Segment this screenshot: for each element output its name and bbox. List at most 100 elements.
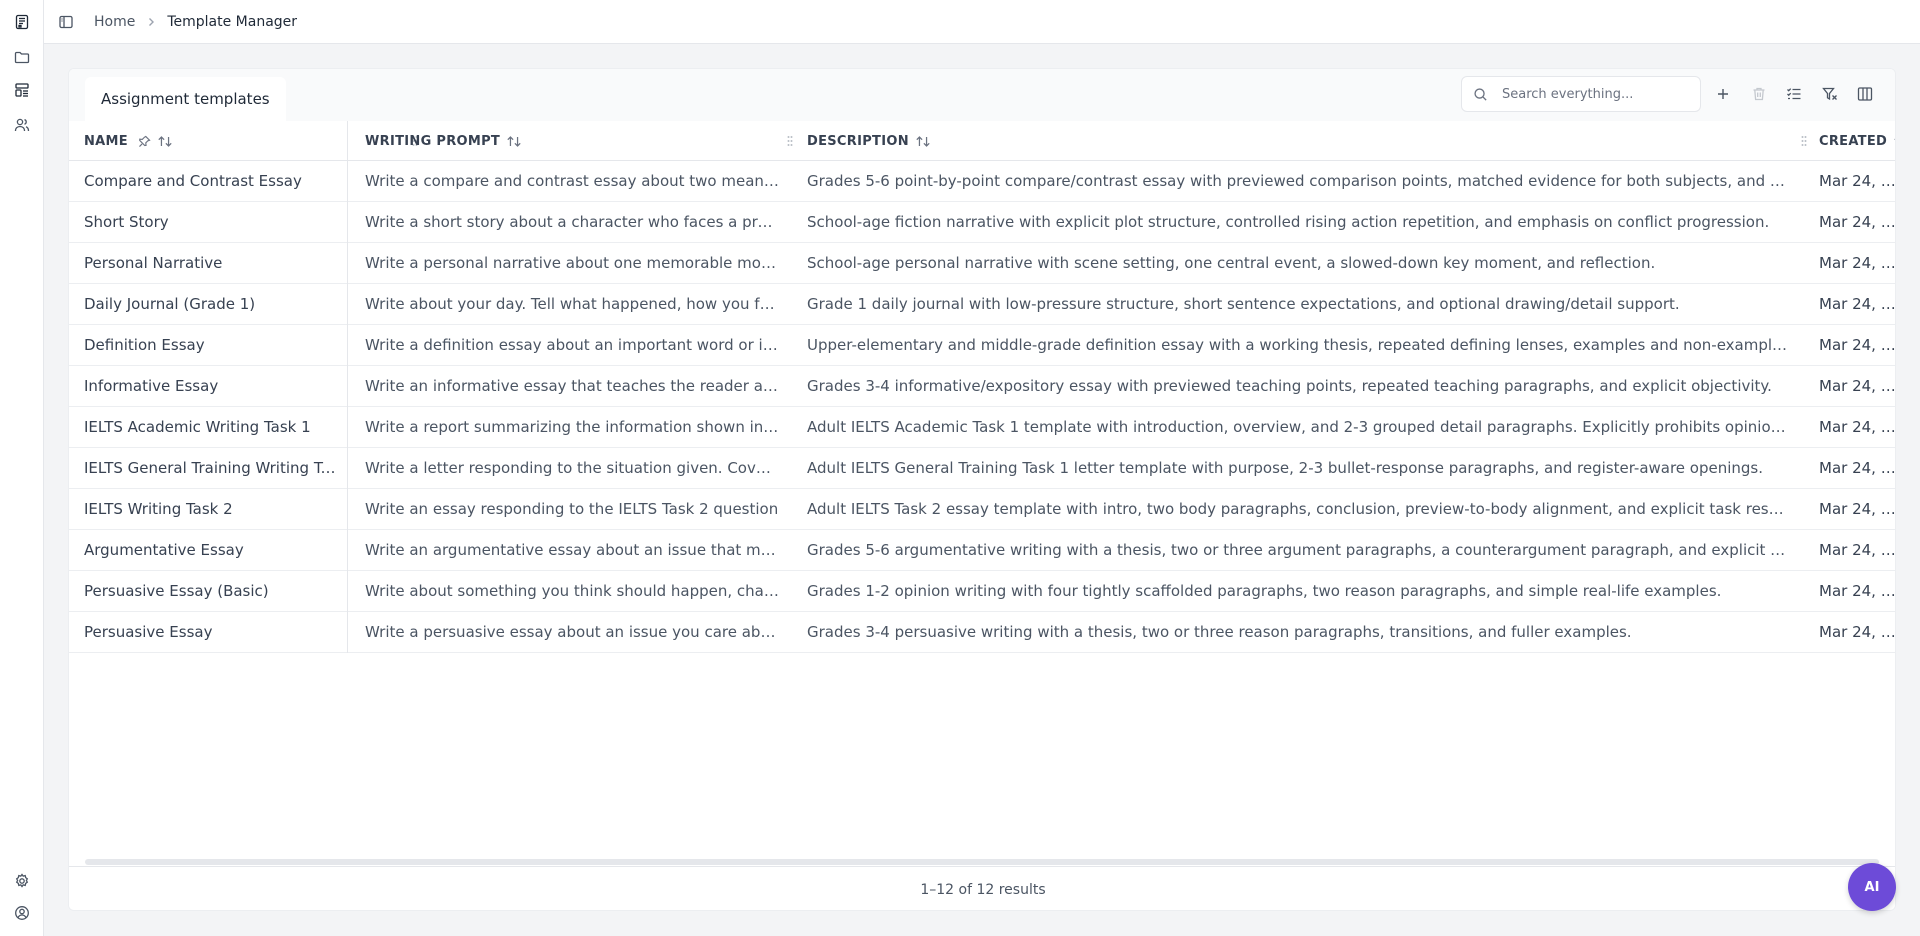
cell-created: Mar 24, 2026 bbox=[1819, 295, 1895, 313]
column-label-name: NAME bbox=[84, 133, 128, 149]
breadcrumb-home[interactable]: Home bbox=[94, 14, 135, 30]
cell-writing-prompt: Write an informative essay that teaches … bbox=[365, 377, 779, 395]
table-row[interactable]: Personal Narrative Write a personal narr… bbox=[69, 243, 1895, 284]
sort-icon[interactable] bbox=[157, 135, 173, 148]
horizontal-scrollbar[interactable] bbox=[85, 859, 1879, 865]
folder-icon[interactable] bbox=[8, 43, 36, 71]
cell-writing-prompt: Write a definition essay about an import… bbox=[365, 336, 779, 354]
cell-created: Mar 24, 2026 bbox=[1819, 213, 1895, 231]
template-icon[interactable] bbox=[8, 76, 36, 104]
table-footer: 1–12 of 12 results bbox=[69, 866, 1895, 910]
cell-name: Definition Essay bbox=[84, 336, 205, 354]
cell-writing-prompt: Write an argumentative essay about an is… bbox=[365, 541, 779, 559]
cell-created: Mar 24, 2026 bbox=[1819, 336, 1895, 354]
cell-description: School-age fiction narrative with explic… bbox=[807, 213, 1770, 231]
table-row[interactable]: Argumentative Essay Write an argumentati… bbox=[69, 530, 1895, 571]
cell-writing-prompt: Write a letter responding to the situati… bbox=[365, 459, 779, 477]
templates-panel: Assignment templates NAME bbox=[68, 68, 1896, 911]
table-row[interactable]: Persuasive Essay (Basic) Write about som… bbox=[69, 571, 1895, 612]
cell-writing-prompt: Write about your day. Tell what happened… bbox=[365, 295, 779, 313]
table-row[interactable]: IELTS General Training Writing Task 1 Wr… bbox=[69, 448, 1895, 489]
table-row[interactable]: Informative Essay Write an informative e… bbox=[69, 366, 1895, 407]
sort-icon[interactable] bbox=[915, 135, 931, 148]
cell-description: Grades 3-4 informative/expository essay … bbox=[807, 377, 1772, 395]
cell-created: Mar 24, 2026 bbox=[1819, 582, 1895, 600]
cell-created: Mar 24, 2026 bbox=[1819, 254, 1895, 272]
list-checks-icon[interactable] bbox=[1781, 81, 1807, 107]
columns-icon[interactable] bbox=[1852, 81, 1878, 107]
tab-assignment-templates[interactable]: Assignment templates bbox=[85, 77, 286, 121]
cell-writing-prompt: Write a persuasive essay about an issue … bbox=[365, 623, 779, 641]
templates-table: NAME WRITING PROMPT DESCRIPTION CREATED … bbox=[69, 121, 1895, 653]
column-header-writing-prompt[interactable]: WRITING PROMPT bbox=[365, 121, 522, 161]
users-icon[interactable] bbox=[8, 111, 36, 139]
cell-name: Persuasive Essay bbox=[84, 623, 213, 641]
cell-writing-prompt: Write a compare and contrast essay about… bbox=[365, 172, 779, 190]
pin-icon[interactable] bbox=[138, 135, 151, 148]
cell-created: Mar 24, 2026 bbox=[1819, 377, 1895, 395]
cell-description: Adult IELTS Academic Task 1 template wit… bbox=[807, 418, 1791, 436]
table-row[interactable]: Short Story Write a short story about a … bbox=[69, 202, 1895, 243]
cell-writing-prompt: Write a short story about a character wh… bbox=[365, 213, 779, 231]
cell-created: Mar 24, 2026 bbox=[1819, 500, 1895, 518]
settings-icon[interactable] bbox=[8, 867, 36, 895]
cell-name: IELTS General Training Writing Task 1 bbox=[84, 459, 344, 477]
cell-name: Informative Essay bbox=[84, 377, 219, 395]
cell-writing-prompt: Write a report summarizing the informati… bbox=[365, 418, 779, 436]
cell-name: IELTS Writing Task 2 bbox=[84, 500, 233, 518]
pinned-column-divider bbox=[347, 121, 348, 653]
search-icon bbox=[1462, 87, 1498, 102]
table-row[interactable]: IELTS Writing Task 2 Write an essay resp… bbox=[69, 489, 1895, 530]
cell-description: Grades 1-2 opinion writing with four tig… bbox=[807, 582, 1722, 600]
plus-icon[interactable] bbox=[1710, 81, 1736, 107]
user-circle-icon[interactable] bbox=[8, 899, 36, 927]
trash-icon[interactable] bbox=[1746, 81, 1772, 107]
table-row[interactable]: Compare and Contrast Essay Write a compa… bbox=[69, 161, 1895, 202]
sort-icon[interactable] bbox=[506, 135, 522, 148]
cell-description: Adult IELTS Task 2 essay template with i… bbox=[807, 500, 1791, 518]
cell-writing-prompt: Write about something you think should h… bbox=[365, 582, 779, 600]
column-label-description: DESCRIPTION bbox=[807, 133, 909, 149]
table-body: Compare and Contrast Essay Write a compa… bbox=[69, 161, 1895, 653]
column-resize-handle[interactable] bbox=[1800, 134, 1808, 148]
cell-created: Mar 24, 2026 bbox=[1819, 172, 1895, 190]
column-header-name[interactable]: NAME bbox=[84, 121, 173, 161]
search-input[interactable] bbox=[1502, 86, 1692, 102]
left-rail bbox=[0, 0, 44, 936]
column-label-created: CREATED bbox=[1819, 133, 1888, 149]
table-row[interactable]: Daily Journal (Grade 1) Write about your… bbox=[69, 284, 1895, 325]
sort-icon[interactable] bbox=[1893, 135, 1895, 148]
ai-assistant-button[interactable]: AI bbox=[1848, 863, 1896, 911]
cell-name: Short Story bbox=[84, 213, 169, 231]
cell-writing-prompt: Write an essay responding to the IELTS T… bbox=[365, 500, 779, 518]
cell-description: Adult IELTS General Training Task 1 lett… bbox=[807, 459, 1764, 477]
cell-description: Upper-elementary and middle-grade defini… bbox=[807, 336, 1791, 354]
table-row[interactable]: Persuasive Essay Write a persuasive essa… bbox=[69, 612, 1895, 653]
cell-description: Grade 1 daily journal with low-pressure … bbox=[807, 295, 1680, 313]
sidebar-toggle-icon[interactable] bbox=[52, 8, 80, 36]
breadcrumb: Home Template Manager bbox=[94, 14, 297, 30]
column-resize-handle[interactable] bbox=[786, 134, 794, 148]
cell-description: School-age personal narrative with scene… bbox=[807, 254, 1656, 272]
cell-writing-prompt: Write a personal narrative about one mem… bbox=[365, 254, 779, 272]
column-header-description[interactable]: DESCRIPTION bbox=[807, 121, 931, 161]
top-bar: Home Template Manager bbox=[44, 0, 1920, 44]
cell-created: Mar 24, 2026 bbox=[1819, 541, 1895, 559]
chevron-right-icon bbox=[145, 16, 157, 28]
cell-name: Personal Narrative bbox=[84, 254, 223, 272]
table-header: NAME WRITING PROMPT DESCRIPTION CREATED bbox=[69, 121, 1895, 161]
cell-description: Grades 3-4 persuasive writing with a the… bbox=[807, 623, 1632, 641]
column-header-created[interactable]: CREATED bbox=[1819, 121, 1895, 161]
cell-name: Argumentative Essay bbox=[84, 541, 244, 559]
cell-name: Daily Journal (Grade 1) bbox=[84, 295, 256, 313]
cell-description: Grades 5-6 argumentative writing with a … bbox=[807, 541, 1791, 559]
breadcrumb-current: Template Manager bbox=[167, 13, 298, 30]
cell-name: IELTS Academic Writing Task 1 bbox=[84, 418, 311, 436]
results-count: 1–12 of 12 results bbox=[920, 881, 1046, 898]
column-label-prompt: WRITING PROMPT bbox=[365, 133, 501, 149]
table-row[interactable]: Definition Essay Write a definition essa… bbox=[69, 325, 1895, 366]
filter-x-icon[interactable] bbox=[1817, 81, 1843, 107]
table-row[interactable]: IELTS Academic Writing Task 1 Write a re… bbox=[69, 407, 1895, 448]
app-logo-icon[interactable] bbox=[8, 8, 36, 36]
cell-created: Mar 24, 2026 bbox=[1819, 459, 1895, 477]
